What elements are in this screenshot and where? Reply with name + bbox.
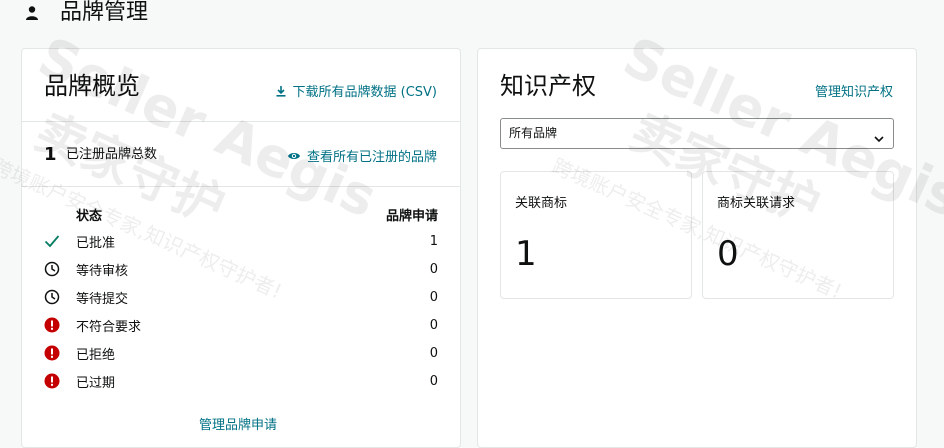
chevron-down-icon	[873, 127, 885, 156]
brand-select-value: 所有品牌	[509, 126, 558, 140]
alert-icon	[44, 343, 76, 363]
status-label: 已批准	[76, 235, 116, 251]
page-title: 品牌管理	[60, 0, 149, 25]
table-row: 不符合要求 0	[44, 311, 438, 339]
trademark-link-requests-tile[interactable]: 商标关联请求 0	[702, 171, 894, 299]
metric-label: 商标关联请求	[717, 196, 796, 211]
alert-icon	[44, 371, 76, 391]
registered-brand-count: 1	[44, 144, 57, 165]
status-label: 等待提交	[76, 291, 129, 307]
download-csv-label: 下载所有品牌数据 (CSV)	[292, 85, 438, 100]
intellectual-property-card: 知识产权 管理知识产权 所有品牌 关联商标 1 商标关联请求 0	[477, 48, 917, 448]
download-icon	[276, 85, 285, 97]
table-row: 已拒绝 0	[44, 339, 438, 367]
table-row: 已批准 1	[44, 227, 438, 255]
check-icon	[44, 231, 76, 251]
eye-icon	[287, 152, 300, 159]
manage-ip-link[interactable]: 管理知识产权	[815, 81, 893, 100]
brand-overview-title: 品牌概览	[44, 72, 140, 100]
status-count: 0	[429, 345, 438, 361]
status-label: 已过期	[76, 375, 116, 391]
status-count: 0	[429, 317, 438, 333]
linked-trademarks-tile[interactable]: 关联商标 1	[500, 171, 692, 299]
view-registered-brands-link[interactable]: 查看所有已注册的品牌	[287, 146, 437, 165]
status-count: 1	[429, 233, 438, 249]
page-header: 品牌管理	[22, 0, 148, 26]
brand-select[interactable]: 所有品牌	[500, 118, 894, 149]
status-label: 等待审核	[76, 263, 129, 279]
clock-icon	[44, 287, 76, 307]
alert-icon	[44, 315, 76, 335]
divider	[22, 186, 460, 187]
metric-value: 0	[717, 234, 739, 274]
table-header: 状态 品牌申请	[44, 207, 438, 227]
registered-brand-label: 已注册品牌总数	[66, 147, 158, 162]
status-count: 0	[429, 261, 438, 277]
brand-application-status-table: 状态 品牌申请 已批准 1 等待审核 0 等待提交 0 不符合要求 0 已拒绝 0 已过期 0	[44, 207, 438, 395]
table-row: 等待提交 0	[44, 283, 438, 311]
download-csv-link[interactable]: 下载所有品牌数据 (CSV)	[275, 81, 438, 100]
user-icon	[22, 3, 42, 23]
status-label: 已拒绝	[76, 347, 116, 363]
status-column-header: 状态	[76, 209, 103, 224]
applications-column-header: 品牌申请	[385, 209, 438, 224]
status-label: 不符合要求	[76, 319, 142, 335]
clock-icon	[44, 259, 76, 279]
status-count: 0	[429, 289, 438, 305]
view-registered-brands-label: 查看所有已注册的品牌	[306, 150, 437, 165]
metric-label: 关联商标	[515, 196, 568, 211]
table-row: 已过期 0	[44, 367, 438, 395]
manage-brand-applications-link[interactable]: 管理品牌申请	[199, 414, 277, 433]
ip-title: 知识产权	[500, 72, 596, 100]
divider	[22, 121, 460, 122]
metric-value: 1	[515, 234, 537, 274]
status-count: 0	[429, 373, 438, 389]
brand-overview-card: 品牌概览 下载所有品牌数据 (CSV) 1 已注册品牌总数 查看所有已注册的品牌…	[21, 48, 461, 448]
table-row: 等待审核 0	[44, 255, 438, 283]
